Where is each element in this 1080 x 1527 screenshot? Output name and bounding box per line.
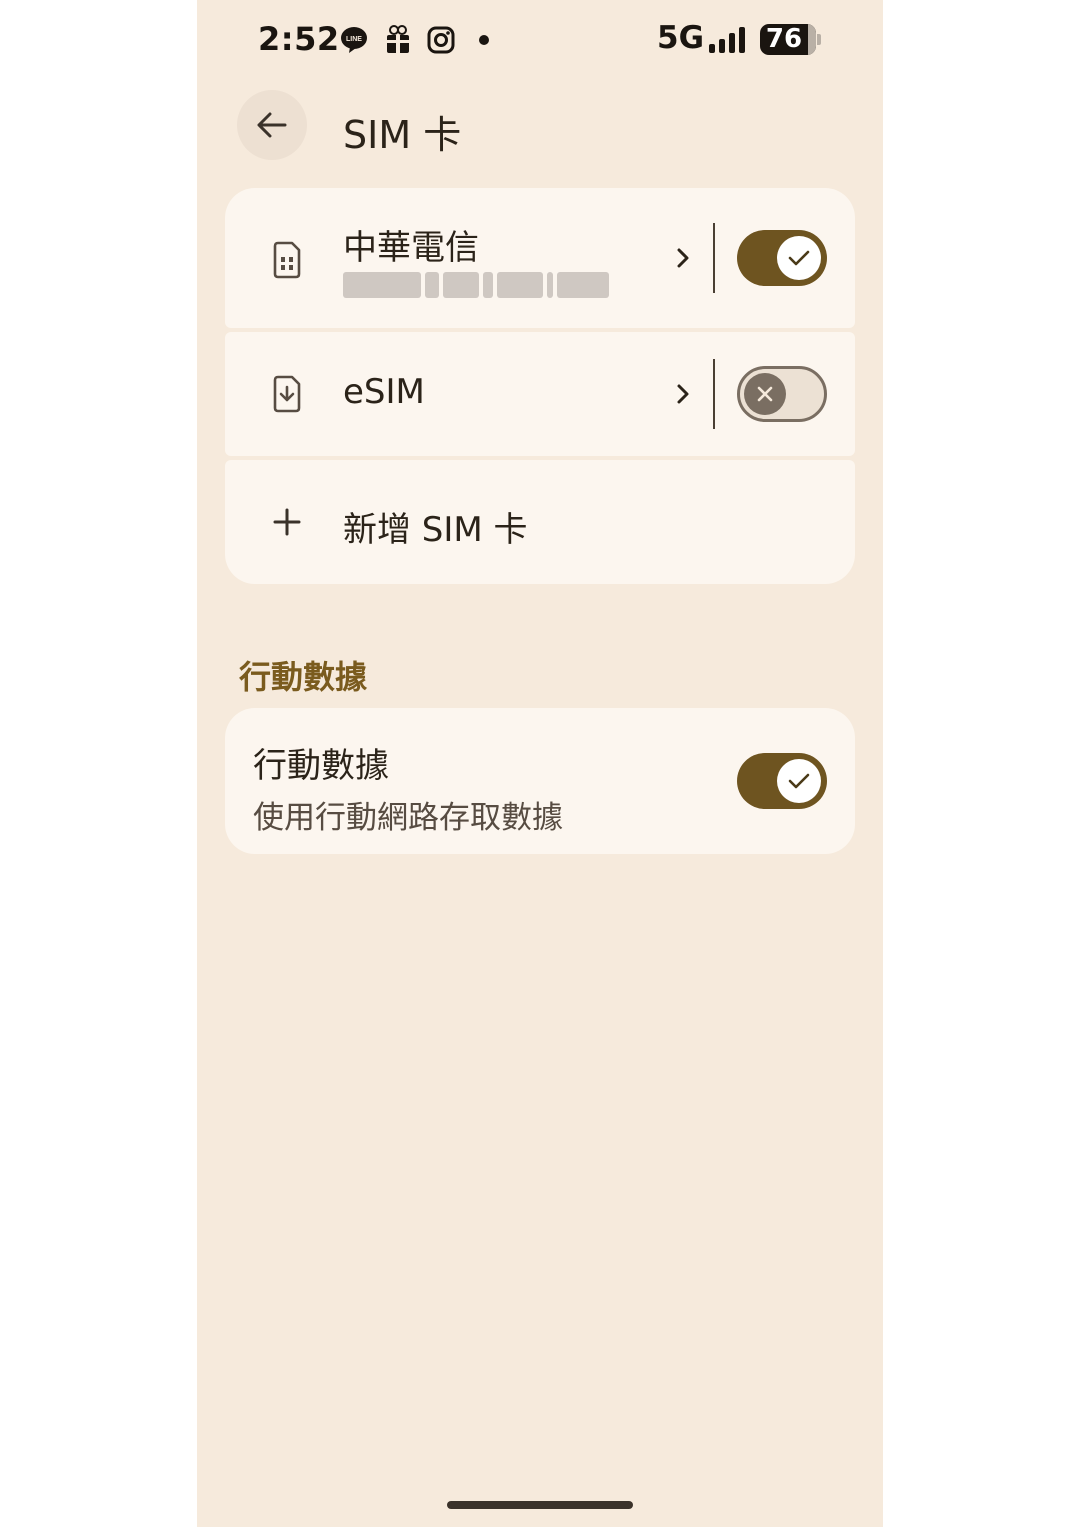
- esim-download-icon: [267, 372, 307, 416]
- sim-row-esim[interactable]: eSIM: [225, 332, 855, 456]
- sim-toggle-chunghwa[interactable]: [737, 230, 827, 286]
- instagram-icon: [425, 24, 457, 56]
- sim-row-chunghwa[interactable]: 中華電信: [225, 188, 855, 328]
- mobile-data-subtitle: 使用行動網路存取數據: [253, 800, 563, 836]
- mobile-data-title: 行動數據: [253, 746, 389, 786]
- gift-icon: [382, 24, 414, 56]
- line-icon: LINE: [338, 24, 370, 56]
- status-time: 2:52: [258, 20, 340, 58]
- sim-name: 中華電信: [343, 228, 479, 268]
- section-heading-mobile-data: 行動數據: [239, 658, 368, 696]
- svg-text:LINE: LINE: [346, 36, 362, 43]
- phone-screen: 2:52 LINE 5G 76 SIM 卡 中華電信 eSIM 新增 SIM 卡…: [197, 0, 883, 1527]
- row-divider: [713, 359, 715, 429]
- status-bar: 2:52 LINE 5G 76: [197, 0, 883, 80]
- battery-icon: 76: [760, 24, 822, 56]
- page-title: SIM 卡: [343, 113, 462, 157]
- check-icon: [777, 236, 821, 280]
- sim-name: eSIM: [343, 372, 425, 412]
- arrow-left-icon: [257, 112, 287, 138]
- add-sim-button[interactable]: 新增 SIM 卡: [225, 460, 855, 584]
- home-indicator[interactable]: [447, 1501, 633, 1509]
- chevron-right-icon[interactable]: [673, 382, 693, 406]
- mobile-data-row[interactable]: 行動數據 使用行動網路存取數據: [225, 708, 855, 854]
- chevron-right-icon[interactable]: [673, 246, 693, 270]
- close-icon: [744, 373, 786, 415]
- back-button[interactable]: [237, 90, 307, 160]
- signal-icon: [709, 26, 749, 54]
- phone-number-redacted: [343, 270, 609, 300]
- network-type: 5G: [657, 20, 705, 56]
- notification-dot-icon: [479, 35, 489, 45]
- mobile-data-toggle[interactable]: [737, 753, 827, 809]
- add-sim-label: 新增 SIM 卡: [343, 510, 528, 550]
- plus-icon: [267, 500, 307, 544]
- sim-card-icon: [267, 238, 307, 282]
- battery-level: 76: [765, 24, 803, 54]
- row-divider: [713, 223, 715, 293]
- check-icon: [777, 759, 821, 803]
- sim-toggle-esim[interactable]: [737, 366, 827, 422]
